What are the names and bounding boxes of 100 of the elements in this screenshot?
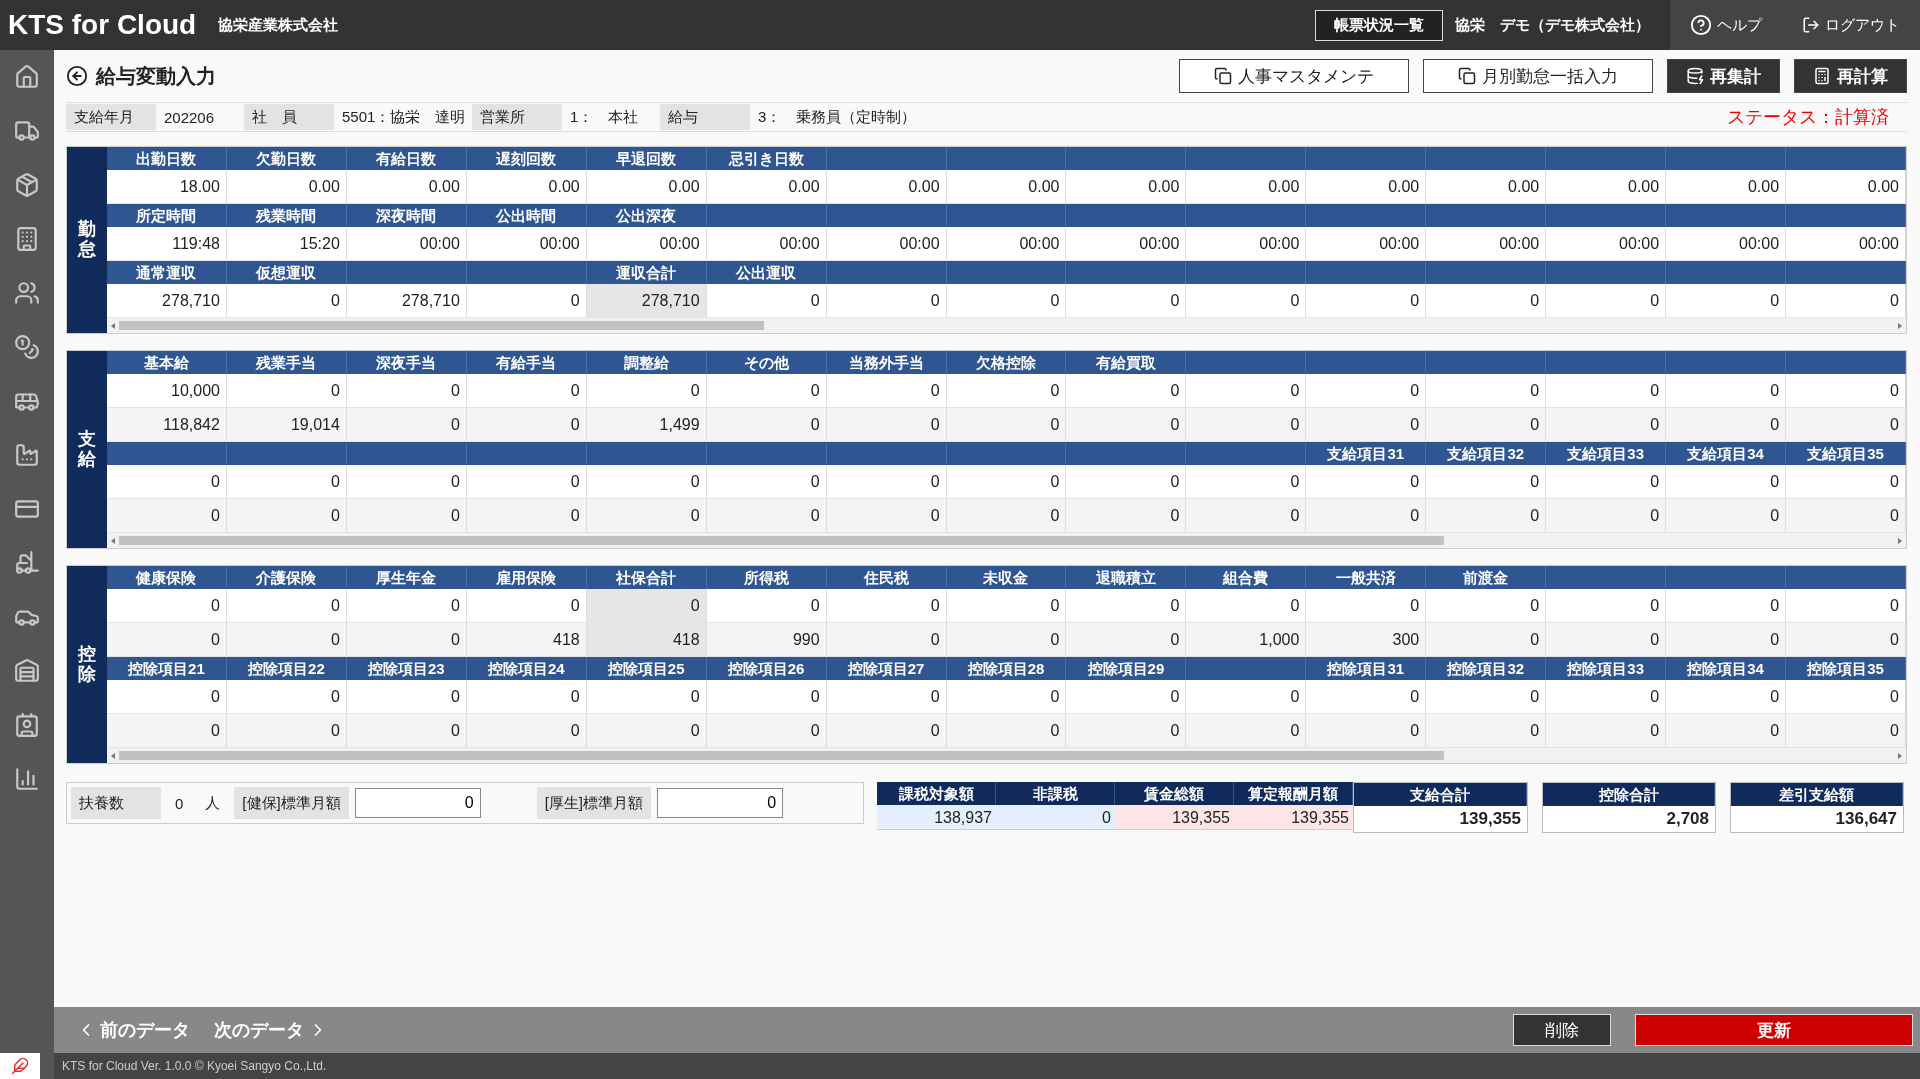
table-cell[interactable]: 118,842 — [107, 408, 227, 442]
table-cell[interactable]: 0 — [1306, 680, 1427, 714]
next-link[interactable]: 次のデータ — [214, 1018, 328, 1042]
table-cell[interactable]: 0 — [1306, 714, 1427, 748]
table-cell[interactable]: 0 — [826, 589, 947, 623]
table-cell[interactable]: 0 — [706, 680, 827, 714]
table-cell[interactable]: 0 — [1666, 623, 1787, 657]
table-cell[interactable]: 0 — [1186, 465, 1307, 499]
table-cell[interactable]: 0 — [1666, 408, 1787, 442]
table-cell[interactable]: 0 — [466, 284, 587, 318]
table-cell[interactable]: 0 — [1066, 623, 1187, 657]
table-cell[interactable]: 0 — [1786, 714, 1906, 748]
table-cell[interactable]: 0 — [946, 465, 1067, 499]
report-status-button[interactable]: 帳票状況一覧 — [1315, 9, 1443, 41]
help-link[interactable]: ヘルプ — [1670, 0, 1782, 50]
action-button[interactable]: 月別勤怠一括入力 — [1423, 59, 1653, 93]
table-cell[interactable]: 0 — [1186, 408, 1307, 442]
table-cell[interactable]: 0.00 — [1186, 170, 1307, 204]
table-cell[interactable]: 0 — [1786, 374, 1906, 408]
table-cell[interactable]: 0 — [1786, 680, 1906, 714]
table-cell[interactable]: 0 — [1066, 374, 1187, 408]
table-cell[interactable]: 0 — [826, 680, 947, 714]
table-cell[interactable]: 0 — [946, 589, 1067, 623]
table-cell[interactable]: 418 — [466, 623, 587, 657]
table-cell[interactable]: 0 — [826, 465, 947, 499]
table-cell[interactable]: 0 — [1066, 465, 1187, 499]
action-button[interactable]: 再計算 — [1794, 59, 1907, 93]
table-cell[interactable]: 278,710 — [586, 284, 707, 318]
table-cell[interactable]: 0 — [1786, 499, 1906, 533]
table-cell[interactable]: 0 — [226, 714, 347, 748]
table-cell[interactable]: 0 — [826, 499, 947, 533]
table-cell[interactable]: 0 — [1426, 623, 1547, 657]
table-cell[interactable]: 0 — [1546, 623, 1667, 657]
table-cell[interactable]: 0 — [1306, 374, 1427, 408]
input-field[interactable]: 0 — [657, 788, 784, 818]
scrollbar[interactable] — [107, 318, 1906, 333]
table-cell[interactable]: 0 — [1546, 589, 1667, 623]
table-cell[interactable]: 0 — [826, 623, 947, 657]
table-cell[interactable]: 0 — [1066, 589, 1187, 623]
table-cell[interactable]: 0 — [1546, 374, 1667, 408]
table-cell[interactable]: 0.00 — [1306, 170, 1427, 204]
table-cell[interactable]: 0 — [226, 374, 347, 408]
table-cell[interactable]: 0 — [586, 499, 707, 533]
table-cell[interactable]: 00:00 — [1066, 227, 1187, 261]
table-cell[interactable]: 0 — [1186, 589, 1307, 623]
table-cell[interactable]: 0.00 — [706, 170, 827, 204]
table-cell[interactable]: 00:00 — [1186, 227, 1307, 261]
table-cell[interactable]: 0 — [586, 714, 707, 748]
table-cell[interactable]: 0.00 — [1666, 170, 1787, 204]
table-cell[interactable]: 0 — [706, 408, 827, 442]
table-cell[interactable]: 0 — [1666, 680, 1787, 714]
table-cell[interactable]: 0 — [1426, 284, 1547, 318]
table-cell[interactable]: 0 — [946, 284, 1067, 318]
table-cell[interactable]: 0 — [1786, 408, 1906, 442]
table-cell[interactable]: 00:00 — [1546, 227, 1667, 261]
table-cell[interactable]: 0 — [1186, 374, 1307, 408]
table-cell[interactable]: 0 — [107, 589, 227, 623]
table-cell[interactable]: 0 — [107, 623, 227, 657]
table-cell[interactable]: 0 — [586, 374, 707, 408]
table-cell[interactable]: 0 — [946, 374, 1067, 408]
table-cell[interactable]: 0 — [107, 465, 227, 499]
table-cell[interactable]: 18.00 — [107, 170, 227, 204]
table-cell[interactable]: 0.00 — [1066, 170, 1187, 204]
table-cell[interactable]: 0.00 — [826, 170, 947, 204]
table-cell[interactable]: 1,000 — [1186, 623, 1307, 657]
logout-link[interactable]: ログアウト — [1782, 0, 1920, 50]
table-cell[interactable]: 0 — [346, 680, 467, 714]
table-cell[interactable]: 0 — [826, 408, 947, 442]
table-cell[interactable]: 0 — [1426, 589, 1547, 623]
scrollbar[interactable] — [107, 748, 1906, 763]
table-cell[interactable]: 0 — [346, 623, 467, 657]
table-cell[interactable]: 0 — [1786, 623, 1906, 657]
table-cell[interactable]: 0 — [466, 499, 587, 533]
table-cell[interactable]: 0 — [946, 499, 1067, 533]
table-cell[interactable]: 0 — [1186, 714, 1307, 748]
table-cell[interactable]: 0 — [1066, 284, 1187, 318]
table-cell[interactable]: 0 — [1786, 589, 1906, 623]
table-cell[interactable]: 0 — [1426, 374, 1547, 408]
table-cell[interactable]: 0 — [1426, 714, 1547, 748]
table-cell[interactable]: 0 — [1306, 284, 1427, 318]
table-cell[interactable]: 0 — [466, 374, 587, 408]
table-cell[interactable]: 0 — [706, 714, 827, 748]
table-cell[interactable]: 0 — [1066, 680, 1187, 714]
table-cell[interactable]: 418 — [586, 623, 707, 657]
table-cell[interactable]: 19,014 — [226, 408, 347, 442]
action-button[interactable]: 再集計 — [1667, 59, 1780, 93]
table-cell[interactable]: 0 — [346, 714, 467, 748]
table-cell[interactable]: 0 — [1306, 408, 1427, 442]
table-cell[interactable]: 0 — [1546, 714, 1667, 748]
table-cell[interactable]: 00:00 — [1306, 227, 1427, 261]
table-cell[interactable]: 10,000 — [107, 374, 227, 408]
table-cell[interactable]: 0 — [466, 680, 587, 714]
table-cell[interactable]: 0 — [226, 680, 347, 714]
table-cell[interactable]: 0 — [1786, 465, 1906, 499]
table-cell[interactable]: 0 — [1666, 499, 1787, 533]
table-cell[interactable]: 0 — [107, 680, 227, 714]
table-cell[interactable]: 0 — [1426, 408, 1547, 442]
table-cell[interactable]: 0 — [466, 714, 587, 748]
table-cell[interactable]: 119:48 — [107, 227, 227, 261]
input-field[interactable]: 0 — [354, 788, 481, 818]
